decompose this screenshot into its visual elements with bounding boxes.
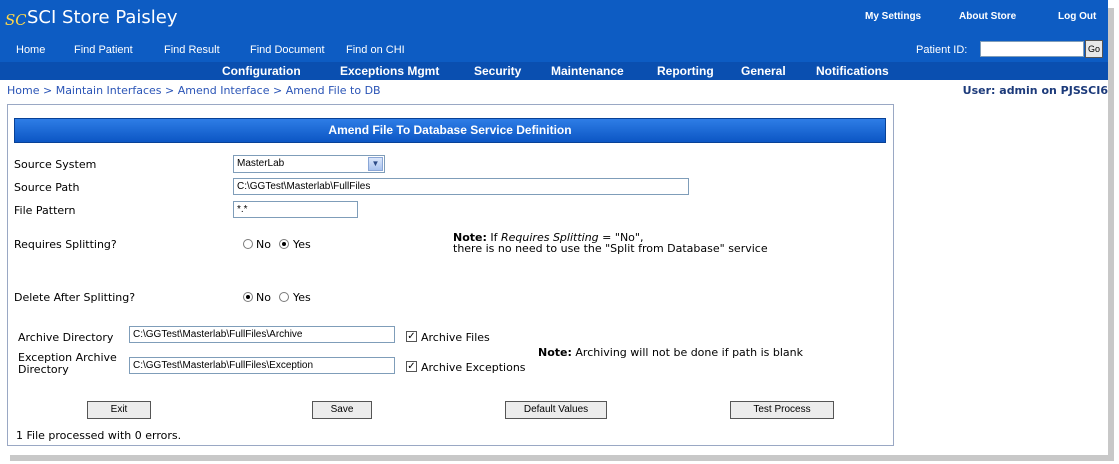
splitting-note: Note: If Requires Splitting = "No", ther… <box>453 232 768 254</box>
page: SCI SCI Store Paisley My Settings About … <box>0 0 1108 455</box>
save-button[interactable]: Save <box>312 401 372 419</box>
status-message: 1 File processed with 0 errors. <box>16 429 182 442</box>
requires-splitting-no-label: No <box>256 238 271 251</box>
about-store-link[interactable]: About Store <box>959 11 1016 22</box>
patient-id-label: Patient ID: <box>916 44 968 56</box>
breadcrumb-separator: > <box>272 84 283 97</box>
primary-nav: Home Find Patient Find Result Find Docum… <box>0 38 1108 62</box>
nav-find-on-chi[interactable]: Find on CHI <box>346 44 405 56</box>
breadcrumb-current: Amend File to DB <box>285 84 381 97</box>
service-definition-panel: Amend File To Database Service Definitio… <box>7 104 894 446</box>
exception-archive-label-line2: Directory <box>18 363 69 376</box>
breadcrumb-amend-interface[interactable]: Amend Interface <box>178 84 270 97</box>
header-bar: SCI SCI Store Paisley My Settings About … <box>0 0 1108 62</box>
file-pattern-input[interactable]: *.* <box>233 201 358 218</box>
breadcrumb-maintain-interfaces[interactable]: Maintain Interfaces <box>56 84 162 97</box>
nav-home[interactable]: Home <box>16 44 45 56</box>
nav-find-document[interactable]: Find Document <box>250 44 325 56</box>
requires-splitting-yes-label: Yes <box>293 238 311 251</box>
svg-text:SCI: SCI <box>5 11 26 29</box>
chevron-down-icon[interactable]: ▼ <box>368 157 383 171</box>
breadcrumb: Home > Maintain Interfaces > Amend Inter… <box>7 84 381 97</box>
nav-find-patient[interactable]: Find Patient <box>74 44 133 56</box>
delete-after-yes-label: Yes <box>293 291 311 304</box>
archive-files-checkbox[interactable]: ✓ <box>406 331 417 342</box>
archive-files-label: Archive Files <box>421 331 490 344</box>
archive-directory-input[interactable]: C:\GGTest\Masterlab\FullFiles\Archive <box>129 326 395 343</box>
default-values-button[interactable]: Default Values <box>505 401 607 419</box>
my-settings-link[interactable]: My Settings <box>865 11 921 22</box>
source-system-select[interactable]: MasterLab ▼ <box>233 155 385 173</box>
sci-logo-icon: SCI <box>5 11 26 29</box>
splitting-note-line2: there is no need to use the "Split from … <box>453 242 768 255</box>
menu-configuration[interactable]: Configuration <box>222 64 301 78</box>
app-title: SCI Store Paisley <box>27 7 178 28</box>
archive-note-text: Archiving will not be done if path is bl… <box>571 346 803 359</box>
source-system-value: MasterLab <box>237 158 285 169</box>
menu-reporting[interactable]: Reporting <box>657 64 714 78</box>
delete-after-no-radio[interactable] <box>243 292 253 302</box>
archive-exceptions-checkbox[interactable]: ✓ <box>406 361 417 372</box>
menu-maintenance[interactable]: Maintenance <box>551 64 624 78</box>
main-menu: Configuration Exceptions Mgmt Security M… <box>0 62 1108 80</box>
patient-id-input[interactable] <box>980 41 1084 57</box>
delete-after-yes-radio[interactable] <box>279 292 289 302</box>
requires-splitting-label: Requires Splitting? <box>14 238 117 251</box>
exception-archive-directory-input[interactable]: C:\GGTest\Masterlab\FullFiles\Exception <box>129 357 395 374</box>
menu-notifications[interactable]: Notifications <box>816 64 889 78</box>
log-out-link[interactable]: Log Out <box>1058 11 1096 22</box>
test-process-button[interactable]: Test Process <box>730 401 834 419</box>
breadcrumb-separator: > <box>165 84 175 97</box>
patient-id-go-button[interactable]: Go <box>1085 40 1103 58</box>
file-pattern-label: File Pattern <box>14 204 76 217</box>
nav-find-result[interactable]: Find Result <box>164 44 220 56</box>
archive-note: Note: Archiving will not be done if path… <box>538 347 803 358</box>
source-system-label: Source System <box>14 158 97 171</box>
page-shadow-right <box>1108 8 1114 460</box>
requires-splitting-no-radio[interactable] <box>243 239 253 249</box>
breadcrumb-home[interactable]: Home <box>7 84 39 97</box>
page-shadow-bottom <box>10 455 1114 461</box>
archive-directory-label: Archive Directory <box>18 331 114 344</box>
archive-exceptions-label: Archive Exceptions <box>421 361 526 374</box>
user-info: User: admin on PJSSCI6 <box>962 84 1108 97</box>
exception-archive-directory-label: Exception Archive Directory <box>18 352 117 376</box>
archive-note-title: Note: <box>538 346 572 359</box>
menu-general[interactable]: General <box>741 64 786 78</box>
delete-after-splitting-label: Delete After Splitting? <box>14 291 136 304</box>
delete-after-no-label: No <box>256 291 271 304</box>
menu-exceptions-mgmt[interactable]: Exceptions Mgmt <box>340 64 439 78</box>
source-path-label: Source Path <box>14 181 80 194</box>
requires-splitting-yes-radio[interactable] <box>279 239 289 249</box>
source-path-input[interactable]: C:\GGTest\Masterlab\FullFiles <box>233 178 689 195</box>
exit-button[interactable]: Exit <box>87 401 151 419</box>
panel-title: Amend File To Database Service Definitio… <box>14 118 886 143</box>
breadcrumb-separator: > <box>42 84 53 97</box>
menu-security[interactable]: Security <box>474 64 521 78</box>
